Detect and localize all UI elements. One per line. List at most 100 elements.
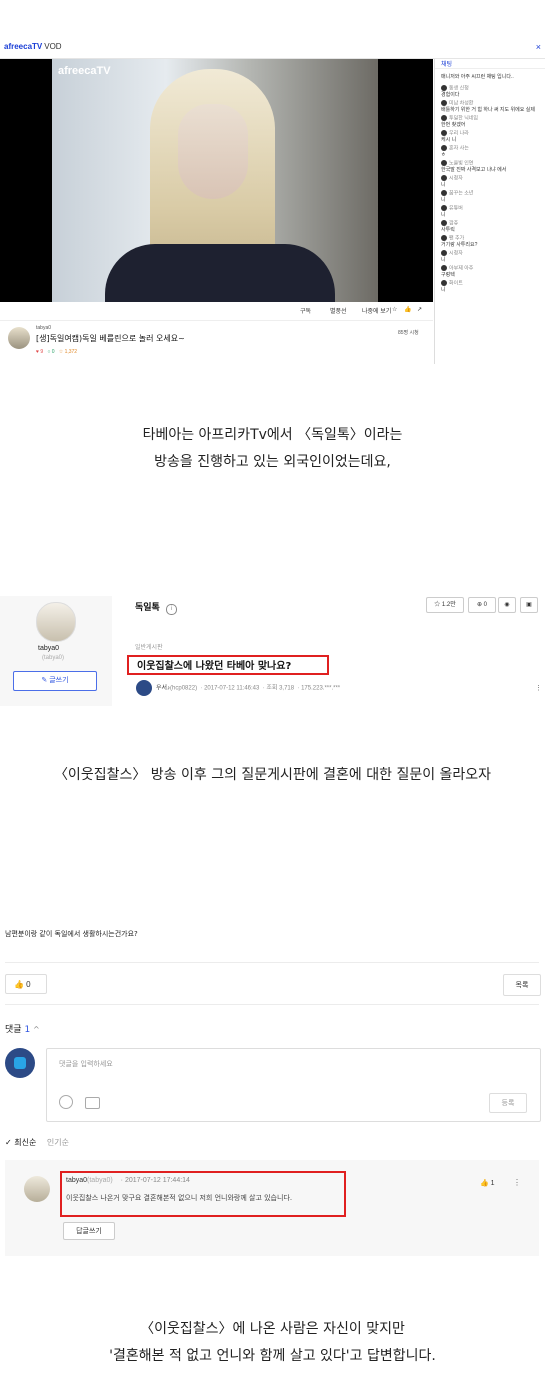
emoji-icon[interactable] — [59, 1095, 73, 1109]
post-category[interactable]: 일반게시판 — [135, 642, 163, 651]
profile-avatar[interactable] — [36, 602, 76, 642]
comment-date: · 2017-07-12 17:44:14 — [120, 1177, 190, 1184]
chat-user[interactable]: 아부제 아주 — [449, 265, 473, 271]
register-button[interactable]: 등록 — [489, 1093, 527, 1113]
chat-text: ㅎ — [441, 152, 446, 159]
share-box-icon[interactable]: ▣ — [520, 597, 538, 613]
commenter-avatar[interactable] — [24, 1176, 50, 1202]
caption-3-line-1: 〈이웃집찰스〉에 나온 사람은 자신이 맞지만 — [140, 1321, 405, 1337]
caption-1-line-2: 방송을 진행하고 있는 외국인이었는데요, — [154, 454, 391, 470]
video-player[interactable]: afreecaTV — [0, 59, 433, 302]
chat-text: 경험이다 — [441, 92, 460, 99]
like-icon[interactable]: 👍 — [404, 306, 411, 313]
afreecatv-logo[interactable]: afreecaTV VOD — [4, 42, 62, 51]
commenter-id: (tabya0) — [87, 1177, 113, 1184]
channel-avatar[interactable] — [8, 327, 30, 349]
chat-message: 화이트 니 — [441, 280, 541, 294]
user-badge-icon — [441, 85, 447, 91]
chat-user[interactable]: 노을빛 인연 — [449, 160, 473, 166]
chat-user[interactable]: 혼자 사는 — [449, 145, 469, 151]
sort-latest-tab[interactable]: ✓ 최신순 — [5, 1138, 36, 1147]
profile-name: tabya0 — [38, 645, 60, 652]
chat-message: 꿈꾸는 소년 니 — [441, 190, 541, 204]
comment-more-icon[interactable]: ⋮ — [513, 1178, 521, 1187]
watch-later-button[interactable]: 나중에 보기 — [362, 306, 391, 315]
comment-input[interactable]: 댓글을 입력하세요 — [59, 1059, 113, 1069]
star-balloon-button[interactable]: 별풍선 — [330, 306, 347, 315]
chat-notice: 매니저와 아주 씨끄런 채팅 입니다.. — [441, 74, 514, 80]
profile-sidebar: tabya0 (tabya0) ✎ 글쓰기 — [0, 596, 112, 706]
chat-user[interactable]: 투덜한 닉네임 — [449, 115, 478, 121]
comment-count: ○ 0 — [47, 349, 55, 355]
more-options-icon[interactable]: ⋮ — [535, 684, 542, 692]
user-badge-icon — [441, 235, 447, 241]
chat-user[interactable]: 깜쥬 — [449, 220, 458, 226]
comment-editor[interactable]: 댓글을 입력하세요 등록 — [46, 1048, 541, 1122]
chat-message: 깜쥬 사투릭 — [441, 220, 541, 234]
caption-3: 〈이웃집찰스〉에 나온 사람은 자신이 맞지만 '결혼해본 적 없고 언니와 함… — [0, 1316, 545, 1370]
chat-user[interactable]: 동생 신청 — [449, 85, 469, 91]
user-badge-icon — [441, 100, 447, 106]
chat-user[interactable]: 시청자 — [449, 175, 463, 181]
reply-button[interactable]: 답글쓰기 — [63, 1222, 115, 1240]
commenter-name[interactable]: tabya0 — [66, 1177, 87, 1184]
chat-user[interactable]: 화이트 — [449, 280, 463, 286]
comment-count: 1 — [24, 1025, 31, 1035]
info-icon[interactable]: i — [165, 604, 177, 615]
favorite-icon[interactable]: ☆ — [392, 306, 397, 313]
profile-id: (tabya0) — [42, 655, 65, 661]
close-icon[interactable]: × — [536, 42, 541, 52]
post-date: 2017-07-12 11:46:43 — [204, 685, 260, 692]
camera-icon[interactable] — [85, 1097, 100, 1109]
share-icon[interactable]: ↗ — [417, 306, 422, 313]
post-views: 조회 3,718 — [266, 685, 295, 692]
comment-label: 댓글 — [5, 1025, 22, 1035]
video-watermark: afreecaTV — [58, 65, 111, 77]
chat-text: 구렁텍 — [441, 272, 455, 279]
chat-message: 아부제 아주 구렁텍 — [441, 265, 541, 279]
chat-message: 노을빛 인연 한국말 진짜 사격보고 나냐 에서 — [441, 160, 541, 174]
chevron-up-icon[interactable]: ^ — [33, 1025, 40, 1034]
like-button[interactable]: 👍 0 — [5, 974, 47, 994]
sort-popular-tab[interactable]: 인기순 — [47, 1138, 69, 1147]
list-button[interactable]: 목록 — [503, 974, 541, 996]
chat-user[interactable]: 유튜버 — [449, 205, 463, 211]
user-badge-icon — [441, 145, 447, 151]
chat-text: 배틀하기 위한 거 힘 하나 써 지도 위에요 실제 — [441, 107, 535, 114]
comment-meta: tabya0(tabya0) · 2017-07-12 17:44:14 — [66, 1177, 190, 1184]
chat-user[interactable]: 꿈꾸는 소년 — [449, 190, 473, 196]
chat-message: 혼자 사는 ㅎ — [441, 145, 541, 159]
notification-icon[interactable]: ◉ — [498, 597, 516, 613]
chat-user[interactable]: 시청자 — [449, 250, 463, 256]
author-name[interactable]: 우서♪ — [156, 686, 170, 692]
user-badge-icon — [441, 115, 447, 121]
chat-text: 사투릭 — [441, 227, 455, 234]
subscribe-button[interactable]: 구독 — [300, 306, 311, 315]
user-badge-icon — [441, 175, 447, 181]
chat-user[interactable]: 팬 추가 — [449, 235, 464, 241]
author-avatar[interactable] — [136, 680, 152, 696]
favorite-count-button[interactable]: ☆ 1.2만 — [426, 597, 464, 613]
player-controls: 구독 별풍선 나중에 보기 ☆ 👍 ↗ — [0, 302, 433, 321]
my-avatar — [5, 1048, 35, 1078]
chat-text: 니 — [441, 257, 446, 264]
chat-message: 투덜한 닉네임 한번 찾겠어 — [441, 115, 541, 129]
chat-text: 니 — [441, 182, 446, 189]
chat-text: 거기랑 사투리요? — [441, 242, 478, 249]
post-title: 이웃집찰스에 나왔던 타베아 맞나요? — [127, 655, 329, 675]
comment-header[interactable]: 댓글 1 ^ — [5, 1022, 40, 1035]
channel-name[interactable]: tabya0 — [36, 325, 51, 331]
caption-3-line-2: '결혼해본 적 없고 언니와 함께 살고 있다'고 답변합니다. — [109, 1348, 436, 1364]
video-person-body — [105, 244, 335, 302]
video-stats: ♥ 9 ○ 0 ☆ 1,372 — [36, 349, 77, 355]
chat-message: 우리 나라 케시 니 — [441, 130, 541, 144]
write-post-button[interactable]: ✎ 글쓰기 — [13, 671, 97, 691]
comment-item: tabya0(tabya0) · 2017-07-12 17:44:14 이웃집… — [5, 1160, 539, 1256]
comment-like-button[interactable]: 👍 1 — [480, 1179, 495, 1187]
subscribe-count-button[interactable]: ⊕ 0 — [468, 597, 496, 613]
post-ip: 175.223.***.*** — [301, 685, 341, 692]
user-badge-icon — [441, 205, 447, 211]
user-badge-icon — [441, 160, 447, 166]
chat-user[interactable]: 미남 차성환 — [449, 100, 473, 106]
chat-user[interactable]: 우리 나라 — [449, 130, 469, 136]
